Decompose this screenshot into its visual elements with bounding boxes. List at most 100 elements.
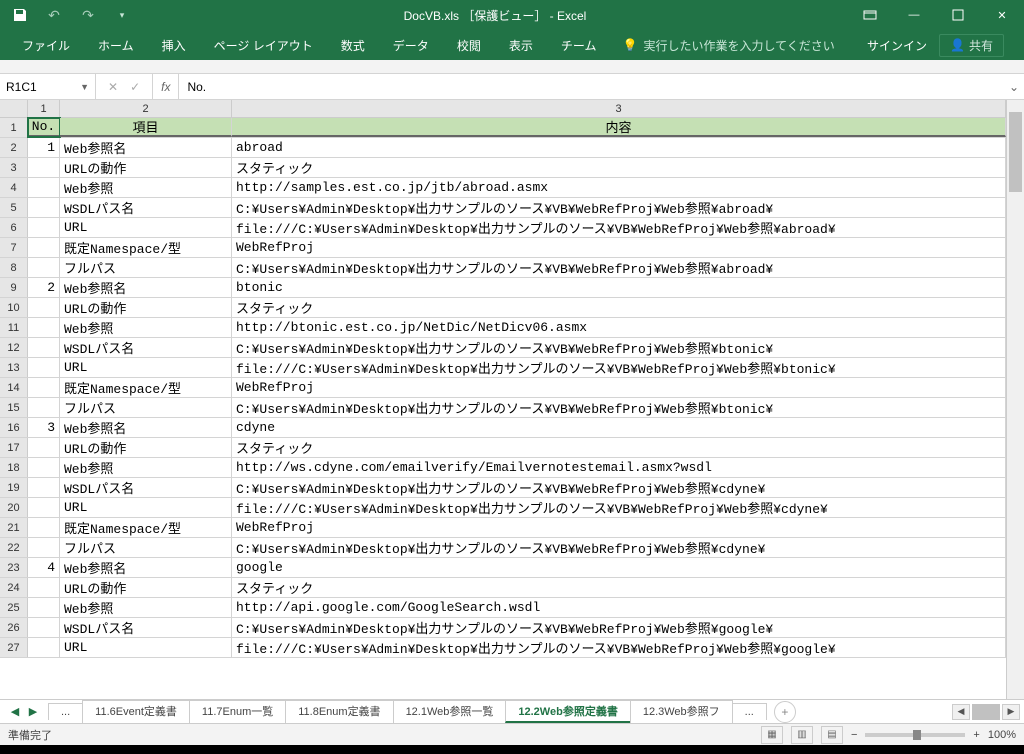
row-header[interactable]: 19 bbox=[0, 478, 28, 497]
cell-no[interactable] bbox=[28, 458, 60, 477]
row-header[interactable]: 12 bbox=[0, 338, 28, 357]
cell-content[interactable]: スタティック bbox=[232, 298, 1006, 317]
cell-item[interactable]: 既定Namespace/型 bbox=[60, 518, 232, 537]
cell-item[interactable]: Web参照名 bbox=[60, 278, 232, 297]
cell-item[interactable]: Web参照 bbox=[60, 178, 232, 197]
cell-item[interactable]: Web参照 bbox=[60, 598, 232, 617]
row-header[interactable]: 22 bbox=[0, 538, 28, 557]
cell-no[interactable] bbox=[28, 178, 60, 197]
cell-no[interactable] bbox=[28, 258, 60, 277]
sheet-tab[interactable]: 12.2Web参照定義書 bbox=[505, 700, 630, 723]
cell-item[interactable]: WSDLパス名 bbox=[60, 478, 232, 497]
ribbon-display-button[interactable] bbox=[848, 0, 892, 30]
cell-content[interactable]: C:¥Users¥Admin¥Desktop¥出力サンプルのソース¥VB¥Web… bbox=[232, 618, 1006, 637]
row-header[interactable]: 9 bbox=[0, 278, 28, 297]
cell-content[interactable]: スタティック bbox=[232, 578, 1006, 597]
cell-no[interactable] bbox=[28, 298, 60, 317]
tell-me-search[interactable]: 💡 実行したい作業を入力してください bbox=[622, 37, 834, 54]
cell-content[interactable]: http://samples.est.co.jp/jtb/abroad.asmx bbox=[232, 178, 1006, 197]
zoom-in-button[interactable]: + bbox=[973, 729, 979, 741]
row-header[interactable]: 11 bbox=[0, 318, 28, 337]
cell-item[interactable]: URLの動作 bbox=[60, 578, 232, 597]
cell-item[interactable]: Web参照 bbox=[60, 318, 232, 337]
sheet-tab[interactable]: 11.7Enum一覧 bbox=[189, 700, 286, 723]
tab-formulas[interactable]: 数式 bbox=[327, 30, 379, 60]
cell-no[interactable] bbox=[28, 378, 60, 397]
cell-no[interactable] bbox=[28, 638, 60, 657]
row-header[interactable]: 18 bbox=[0, 458, 28, 477]
row-header[interactable]: 27 bbox=[0, 638, 28, 657]
row-header[interactable]: 8 bbox=[0, 258, 28, 277]
tab-file[interactable]: ファイル bbox=[8, 30, 84, 60]
sheet-tab[interactable]: 12.1Web参照一覧 bbox=[393, 700, 507, 723]
row-header[interactable]: 24 bbox=[0, 578, 28, 597]
cell-item[interactable]: WSDLパス名 bbox=[60, 338, 232, 357]
tab-insert[interactable]: 挿入 bbox=[148, 30, 200, 60]
tab-data[interactable]: データ bbox=[379, 30, 443, 60]
zoom-thumb[interactable] bbox=[913, 730, 921, 740]
qat-customize-icon[interactable]: ▾ bbox=[110, 3, 134, 27]
cell-item-header[interactable]: 項目 bbox=[60, 118, 232, 137]
cell-content[interactable]: abroad bbox=[232, 138, 1006, 157]
row-header[interactable]: 2 bbox=[0, 138, 28, 157]
sheet-tab-more-right[interactable]: ... bbox=[732, 703, 767, 720]
hscroll-left[interactable]: ◀ bbox=[952, 704, 970, 720]
cell-no[interactable] bbox=[28, 318, 60, 337]
row-header[interactable]: 13 bbox=[0, 358, 28, 377]
cell-content[interactable]: http://ws.cdyne.com/emailverify/Emailver… bbox=[232, 458, 1006, 477]
tab-view[interactable]: 表示 bbox=[495, 30, 547, 60]
cell-content[interactable]: C:¥Users¥Admin¥Desktop¥出力サンプルのソース¥VB¥Web… bbox=[232, 398, 1006, 417]
sheet-tab[interactable]: 11.6Event定義書 bbox=[82, 700, 190, 723]
cell-no[interactable] bbox=[28, 398, 60, 417]
cell-content-header[interactable]: 内容 bbox=[232, 118, 1006, 137]
column-header-3[interactable]: 3 bbox=[232, 100, 1006, 117]
cell-no[interactable] bbox=[28, 238, 60, 257]
cell-item[interactable]: URLの動作 bbox=[60, 158, 232, 177]
tab-pagelayout[interactable]: ページ レイアウト bbox=[200, 30, 327, 60]
cell-content[interactable]: file:///C:¥Users¥Admin¥Desktop¥出力サンプルのソー… bbox=[232, 358, 1006, 377]
cell-no[interactable] bbox=[28, 158, 60, 177]
select-all-corner[interactable] bbox=[0, 100, 28, 117]
cell-item[interactable]: URLの動作 bbox=[60, 438, 232, 457]
row-header[interactable]: 14 bbox=[0, 378, 28, 397]
hscroll-thumb[interactable] bbox=[972, 704, 1000, 720]
sheet-tab[interactable]: 11.8Enum定義書 bbox=[285, 700, 393, 723]
cell-no[interactable] bbox=[28, 618, 60, 637]
formula-input[interactable]: No. bbox=[179, 74, 1004, 99]
cell-item[interactable]: WSDLパス名 bbox=[60, 618, 232, 637]
new-sheet-button[interactable]: + bbox=[774, 701, 796, 723]
tab-review[interactable]: 校閲 bbox=[443, 30, 495, 60]
cell-content[interactable]: C:¥Users¥Admin¥Desktop¥出力サンプルのソース¥VB¥Web… bbox=[232, 258, 1006, 277]
cell-no[interactable]: 2 bbox=[28, 278, 60, 297]
cell-content[interactable]: WebRefProj bbox=[232, 238, 1006, 257]
signin-link[interactable]: サインイン bbox=[867, 37, 927, 54]
cell-item[interactable]: URL bbox=[60, 218, 232, 237]
cell-no[interactable]: 3 bbox=[28, 418, 60, 437]
maximize-button[interactable] bbox=[936, 0, 980, 30]
cell-no[interactable]: 1 bbox=[28, 138, 60, 157]
row-header[interactable]: 3 bbox=[0, 158, 28, 177]
row-header[interactable]: 20 bbox=[0, 498, 28, 517]
scroll-thumb[interactable] bbox=[1009, 112, 1022, 192]
cell-item[interactable]: Web参照名 bbox=[60, 418, 232, 437]
name-box[interactable]: R1C1 ▼ bbox=[0, 74, 96, 99]
cell-item[interactable]: Web参照名 bbox=[60, 138, 232, 157]
cell-no[interactable] bbox=[28, 198, 60, 217]
cell-item[interactable]: Web参照 bbox=[60, 458, 232, 477]
tab-team[interactable]: チーム bbox=[547, 30, 611, 60]
cell-content[interactable]: file:///C:¥Users¥Admin¥Desktop¥出力サンプルのソー… bbox=[232, 218, 1006, 237]
row-header[interactable]: 17 bbox=[0, 438, 28, 457]
cell-content[interactable]: C:¥Users¥Admin¥Desktop¥出力サンプルのソース¥VB¥Web… bbox=[232, 338, 1006, 357]
zoom-out-button[interactable]: − bbox=[851, 729, 857, 741]
cell-no[interactable] bbox=[28, 338, 60, 357]
row-header[interactable]: 6 bbox=[0, 218, 28, 237]
cell-no[interactable]: 4 bbox=[28, 558, 60, 577]
cell-item[interactable]: フルパス bbox=[60, 398, 232, 417]
tab-home[interactable]: ホーム bbox=[84, 30, 148, 60]
cell-item[interactable]: 既定Namespace/型 bbox=[60, 238, 232, 257]
column-header-1[interactable]: 1 bbox=[28, 100, 60, 117]
row-header[interactable]: 16 bbox=[0, 418, 28, 437]
cell-no[interactable] bbox=[28, 538, 60, 557]
cell-content[interactable]: http://btonic.est.co.jp/NetDic/NetDicv06… bbox=[232, 318, 1006, 337]
cell-item[interactable]: URL bbox=[60, 638, 232, 657]
